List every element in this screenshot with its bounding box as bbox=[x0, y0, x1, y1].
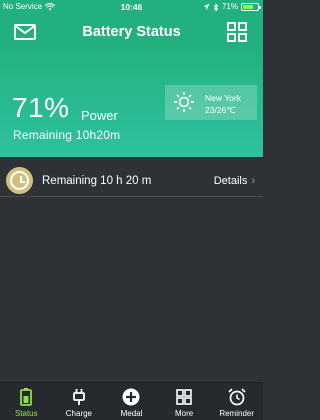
weather-widget[interactable]: New York 23/26℃ bbox=[165, 85, 257, 120]
tab-reminder[interactable]: Reminder bbox=[210, 383, 263, 420]
plug-icon bbox=[72, 389, 85, 405]
chevron-right-icon: › bbox=[251, 175, 255, 187]
bluetooth-icon bbox=[213, 2, 219, 12]
tab-label: Reminder bbox=[219, 409, 255, 418]
clock-icon bbox=[6, 167, 33, 194]
details-link[interactable]: Details › bbox=[214, 175, 255, 187]
details-label: Details bbox=[213, 175, 248, 187]
remaining-time-row[interactable]: Remaining 10 h 20 m Details › bbox=[0, 165, 263, 197]
tab-status[interactable]: Status bbox=[0, 383, 53, 420]
weather-temperature: 23/26℃ bbox=[205, 105, 236, 115]
grid-icon bbox=[176, 389, 192, 405]
tab-label: More bbox=[174, 409, 194, 418]
battery-percent-label: 71% bbox=[221, 2, 238, 11]
remaining-time-hero: Remaining 10h20m bbox=[13, 128, 121, 142]
grid-icon bbox=[227, 22, 247, 42]
alarm-clock-icon bbox=[228, 388, 246, 406]
battery-status-icon bbox=[241, 3, 261, 11]
battery-hero-panel: 71% Power Remaining 10h20m New York 23/2… bbox=[0, 50, 263, 157]
weather-city: New York bbox=[205, 93, 241, 103]
bottom-tab-bar: Status Charge Medal More Reminder bbox=[0, 382, 263, 420]
medal-plus-icon bbox=[122, 388, 140, 406]
tab-label: Medal bbox=[120, 409, 143, 418]
page-title: Battery Status bbox=[82, 24, 181, 40]
power-label: Power bbox=[81, 108, 118, 123]
menu-grid-button[interactable] bbox=[227, 22, 247, 42]
status-bar-right: 71% bbox=[203, 0, 261, 14]
sun-icon bbox=[174, 92, 194, 112]
tab-label: Charge bbox=[65, 409, 93, 418]
remaining-time-text: Remaining 10 h 20 m bbox=[42, 175, 152, 187]
tab-more[interactable]: More bbox=[158, 383, 211, 420]
location-icon bbox=[203, 3, 210, 11]
app-header: Battery Status bbox=[0, 14, 263, 50]
tab-label: Status bbox=[14, 409, 38, 418]
battery-icon bbox=[20, 388, 33, 406]
tab-charge[interactable]: Charge bbox=[53, 383, 106, 420]
tab-medal[interactable]: Medal bbox=[105, 383, 158, 420]
status-bar: No Service 10:46 71% bbox=[0, 0, 263, 14]
battery-percent-large: 71% bbox=[12, 92, 70, 123]
